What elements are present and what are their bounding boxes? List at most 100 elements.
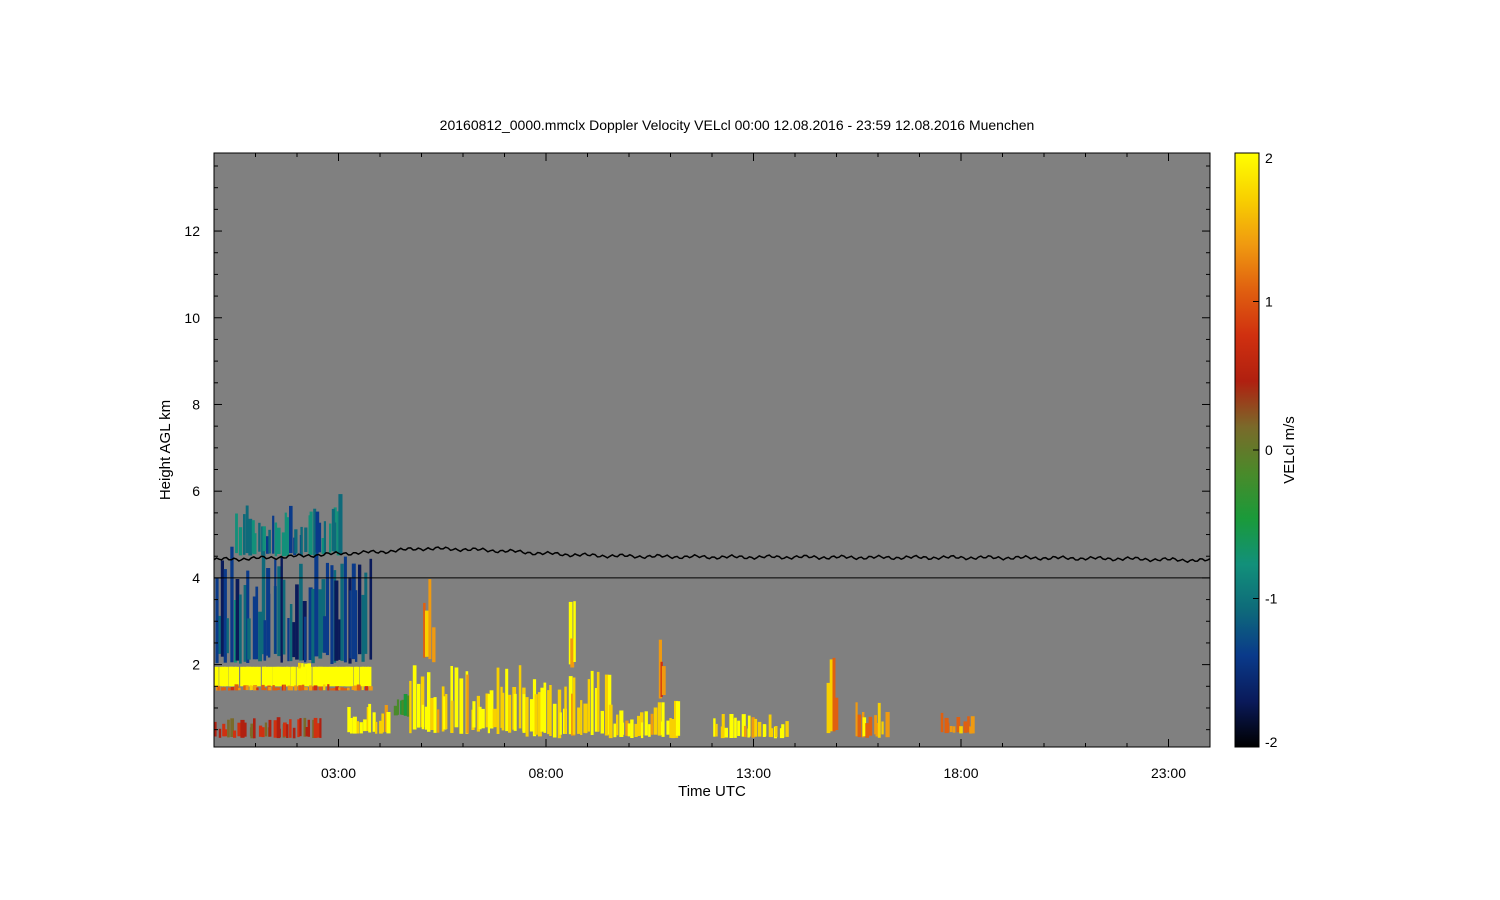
echo-mark-9-31 [501, 692, 505, 731]
echo-mark-13-11 [640, 722, 644, 739]
echo-mark-9-15 [454, 667, 459, 728]
echo-mark-0-50 [364, 572, 368, 654]
echo-mark-16-1 [829, 659, 833, 732]
echo-mark-5-45 [351, 686, 354, 690]
echo-mark-6-35 [319, 718, 322, 738]
echo-mark-0-18 [267, 593, 271, 658]
echo-mark-13-7 [630, 719, 634, 738]
echo-mark-9-38 [522, 694, 526, 733]
echo-mark-18-0 [940, 712, 944, 733]
echo-mark-11-22 [590, 670, 594, 735]
echo-mark-11-1 [529, 699, 534, 732]
echo-mark-9-6 [427, 672, 431, 732]
echo-mark-15-19 [769, 728, 774, 738]
echo-mark-18-6 [959, 726, 963, 734]
echo-mark-18-4 [952, 726, 956, 733]
echo-mark-0-13 [255, 586, 259, 660]
echo-mark-0-7 [235, 579, 240, 661]
echo-mark-1-9 [262, 526, 266, 552]
echo-mark-15-24 [785, 721, 789, 737]
echo-mark-1-4 [248, 518, 253, 556]
echo-mark-5-28 [298, 685, 302, 691]
y-tick-label: 8 [192, 396, 200, 412]
echo-mark-9-35 [513, 693, 517, 731]
y-tick-label: 4 [192, 570, 200, 586]
echo-mark-6-27 [297, 719, 300, 738]
echo-mark-0-40 [334, 580, 339, 661]
colorbar-tick-label: -2 [1265, 734, 1278, 750]
echo-mark-15-17 [763, 724, 767, 737]
echo-mark-1-11 [268, 529, 271, 554]
echo-mark-2-2 [338, 494, 343, 555]
echo-mark-11-9 [552, 703, 557, 738]
echo-mark-9-0 [409, 680, 412, 734]
echo-mark-1-14 [276, 527, 281, 554]
echo-mark-7-9 [375, 721, 378, 734]
echo-mark-6-24 [286, 724, 289, 738]
echo-mark-5-35 [319, 686, 323, 691]
colorbar-tick-label: 0 [1265, 442, 1273, 458]
echo-mark-3-12 [250, 666, 254, 687]
echo-mark-0-25 [289, 604, 293, 662]
echo-mark-3-37 [325, 666, 330, 687]
echo-mark-3-41 [339, 666, 343, 687]
echo-mark-0-30 [304, 616, 307, 663]
echo-mark-15-10 [744, 725, 747, 738]
echo-mark-10-1 [425, 610, 429, 657]
echo-mark-3-0 [214, 666, 219, 687]
echo-mark-15-15 [757, 721, 762, 737]
echo-mark-5-31 [309, 685, 313, 691]
echo-mark-17-0 [855, 702, 858, 737]
echo-mark-6-15 [261, 727, 265, 738]
echo-mark-0-43 [343, 556, 347, 663]
echo-mark-0-45 [349, 590, 352, 659]
echo-mark-0-49 [361, 594, 365, 662]
echo-mark-6-26 [292, 727, 296, 739]
echo-mark-5-2 [221, 687, 224, 691]
echo-mark-6-10 [244, 722, 247, 737]
echo-mark-13-0 [608, 704, 613, 739]
echo-mark-6-21 [277, 728, 281, 738]
echo-mark-0-14 [258, 611, 262, 662]
echo-mark-3-26 [291, 666, 296, 687]
echo-mark-3-47 [355, 666, 360, 687]
echo-mark-3-45 [349, 666, 354, 687]
echo-mark-0-4 [226, 618, 229, 654]
echo-mark-13-18 [661, 702, 665, 737]
echo-mark-9-23 [478, 706, 482, 730]
echo-mark-1-1 [238, 527, 243, 556]
echo-mark-9-19 [466, 674, 469, 734]
echo-mark-7-3 [356, 721, 360, 734]
echo-mark-7-11 [381, 713, 384, 733]
echo-mark-18-3 [949, 726, 953, 733]
echo-mark-18-10 [970, 716, 975, 734]
x-tick-label: 13:00 [736, 765, 771, 781]
echo-mark-9-14 [450, 700, 454, 733]
echo-mark-7-5 [363, 719, 367, 732]
echo-mark-3-18 [268, 666, 273, 687]
echo-mark-1-23 [304, 527, 308, 552]
echo-mark-17-10 [885, 712, 890, 738]
echo-mark-11-8 [549, 685, 552, 736]
echo-mark-11-6 [543, 682, 547, 733]
echo-mark-9-36 [518, 665, 522, 729]
echo-mark-3-14 [256, 666, 261, 687]
echo-mark-6-33 [313, 717, 318, 738]
echo-mark-5-1 [217, 686, 220, 691]
echo-mark-6-28 [299, 718, 302, 737]
x-tick-label: 23:00 [1151, 765, 1186, 781]
echo-mark-0-9 [243, 585, 247, 662]
colorbar-tick-label: -1 [1265, 591, 1278, 607]
echo-mark-9-33 [508, 694, 512, 733]
echo-mark-0-32 [311, 588, 315, 664]
echo-mark-4-2 [304, 663, 308, 669]
echo-mark-4-1 [301, 663, 304, 669]
echo-mark-0-27 [295, 584, 299, 660]
echo-mark-5-25 [289, 686, 294, 691]
echo-mark-13-15 [653, 707, 658, 735]
echo-mark-5-18 [268, 687, 272, 691]
echo-mark-1-0 [235, 513, 238, 554]
y-tick-label: 2 [192, 657, 200, 673]
echo-mark-0-3 [223, 569, 227, 663]
echo-mark-11-11 [559, 712, 562, 735]
